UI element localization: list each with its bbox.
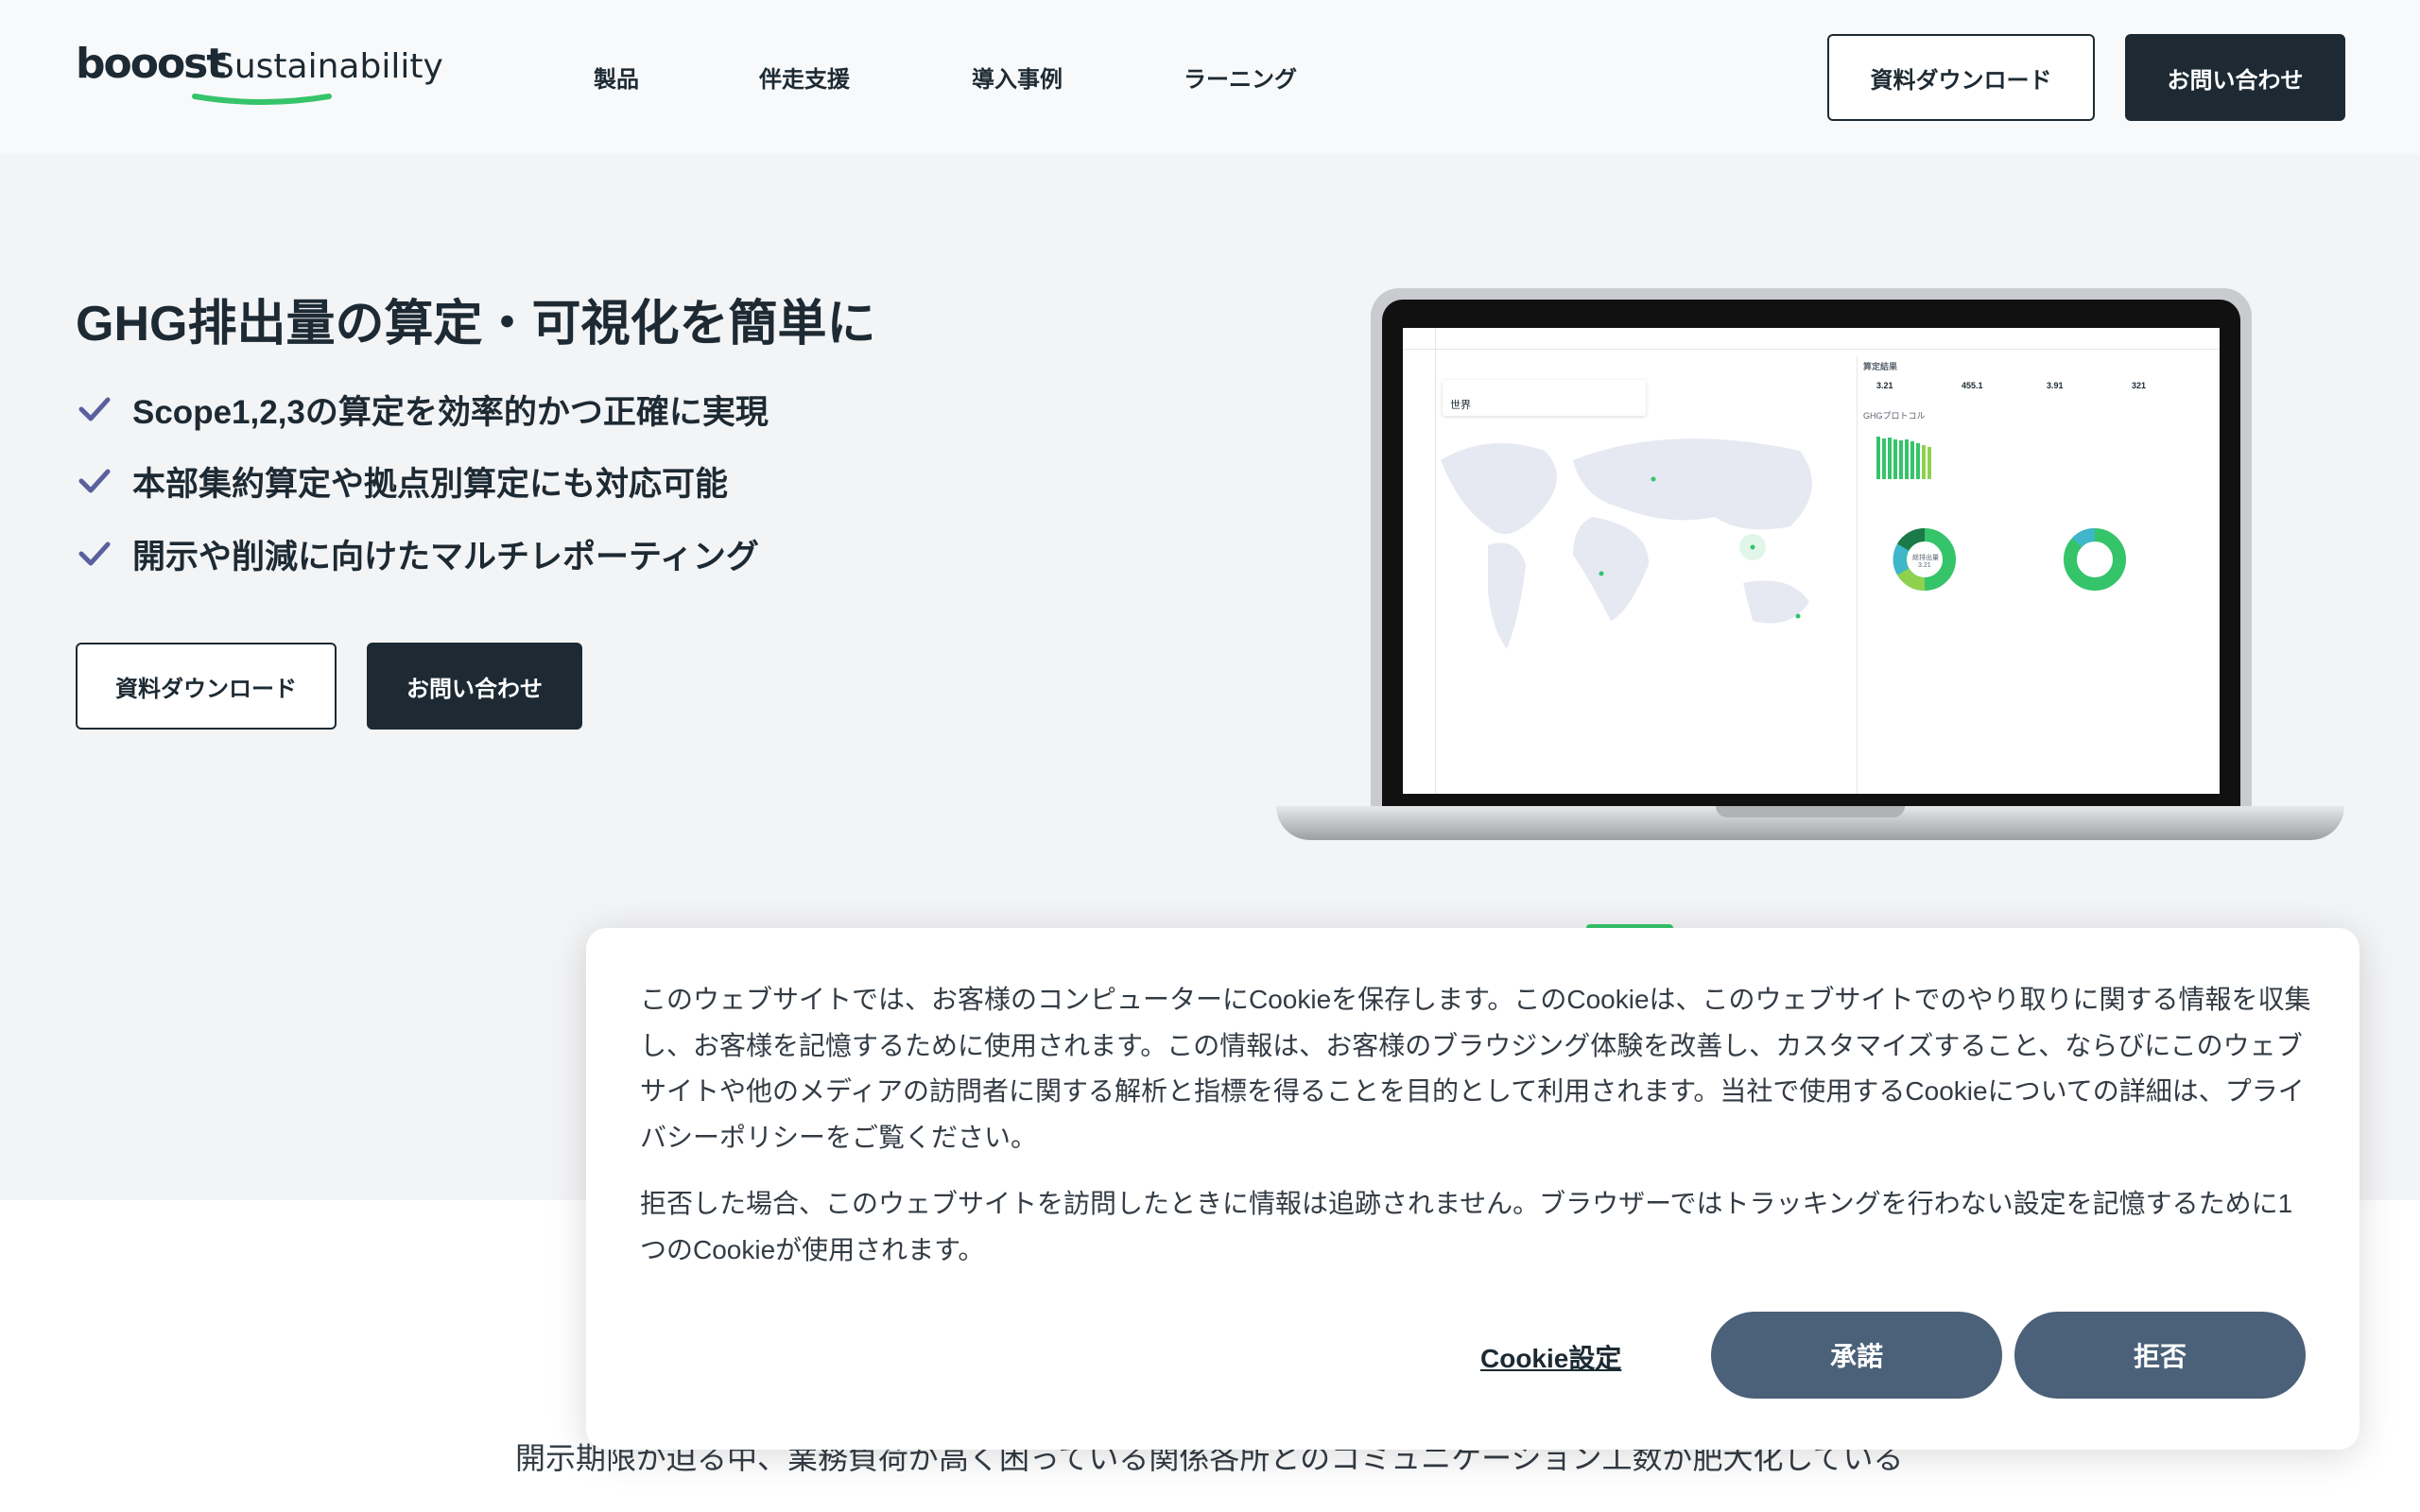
site-header: booost Sustainability 製品 伴走支援 導入事例 ラーニング…: [0, 0, 2420, 154]
nav-item-learning[interactable]: ラーニング: [1184, 60, 1297, 94]
stat-value: 3.21: [1876, 381, 1893, 390]
logo-swoosh-icon: [192, 94, 332, 105]
cookie-accept-button[interactable]: 承諾: [1711, 1312, 2002, 1399]
dashboard-screenshot: 世界 算定結果 3.21 455.1 3.91 321 GHGプロトコル 総排出…: [1403, 328, 2220, 794]
donut-chart-thumbnail: [2064, 528, 2126, 591]
logo-subtitle: Sustainability: [213, 47, 443, 86]
check-icon: [78, 541, 111, 566]
hero-download-button[interactable]: 資料ダウンロード: [76, 643, 337, 730]
feature-text: Scope1,2,3の算定を効率的かつ正確に実現: [132, 393, 769, 431]
feature-item: Scope1,2,3の算定を効率的かつ正確に実現: [76, 386, 769, 433]
laptop-bezel: 世界 算定結果 3.21 455.1 3.91 321 GHGプロトコル 総排出…: [1382, 300, 2240, 813]
results-panel: 算定結果 3.21 455.1 3.91 321 GHGプロトコル 総排出量 3…: [1857, 356, 2207, 794]
cookie-text-main: このウェブサイトでは、お客様のコンピューターにCookieを保存します。このCo…: [640, 985, 2311, 1152]
laptop-notch: [1716, 806, 1905, 817]
region-card: 世界: [1443, 380, 1646, 416]
hero-contact-button[interactable]: お問い合わせ: [367, 643, 582, 730]
stat-value: 3.91: [2047, 381, 2064, 390]
feature-item: 本部集約算定や拠点別算定にも対応可能: [76, 457, 728, 505]
feature-item: 開示や削減に向けたマルチレポーティング: [76, 530, 759, 577]
world-map: [1441, 438, 1812, 649]
region-label: 世界: [1450, 400, 1471, 411]
cookie-banner: このウェブサイトでは、お客様のコンピューターにCookieを保存します。このCo…: [586, 928, 2360, 1450]
cookie-text-reject-note: 拒否した場合、このウェブサイトを訪問したときに情報は追跡されません。ブラウザーで…: [640, 1189, 2293, 1264]
stat-value: 321: [2132, 381, 2147, 390]
stat-value: 455.1: [1962, 381, 1983, 390]
results-title: 算定結果: [1863, 362, 1898, 371]
feature-text: 開示や削減に向けたマルチレポーティング: [132, 538, 759, 576]
dashboard-topbar: [1403, 349, 2220, 350]
section-title: GHGプロトコル: [1863, 411, 1926, 421]
cookie-reject-button[interactable]: 拒否: [2014, 1312, 2306, 1399]
nav-item-cases[interactable]: 導入事例: [972, 60, 1063, 94]
laptop-lid: 世界 算定結果 3.21 455.1 3.91 321 GHGプロトコル 総排出…: [1371, 288, 2252, 813]
feature-text: 本部集約算定や拠点別算定にも対応可能: [132, 465, 729, 503]
laptop-mockup: 世界 算定結果 3.21 455.1 3.91 321 GHGプロトコル 総排出…: [1276, 288, 2344, 846]
bar-chart-thumbnail: [1876, 437, 1931, 479]
cookie-settings-link[interactable]: Cookie設定: [1480, 1338, 1621, 1376]
donut-center-value: 3.21: [1918, 562, 1931, 569]
hero-title: GHG排出量の算定・可視化を簡単に: [76, 297, 876, 352]
check-icon: [78, 469, 111, 493]
nav-item-products[interactable]: 製品: [594, 60, 639, 94]
nav-item-support[interactable]: 伴走支援: [759, 60, 850, 94]
brand-logo[interactable]: booost Sustainability: [76, 40, 473, 115]
donut-center-label: 総排出量: [1912, 555, 1939, 561]
header-contact-button[interactable]: お問い合わせ: [2125, 34, 2345, 121]
check-icon: [78, 397, 111, 421]
header-download-button[interactable]: 資料ダウンロード: [1827, 34, 2095, 121]
logo-wordmark: booost: [76, 40, 226, 88]
